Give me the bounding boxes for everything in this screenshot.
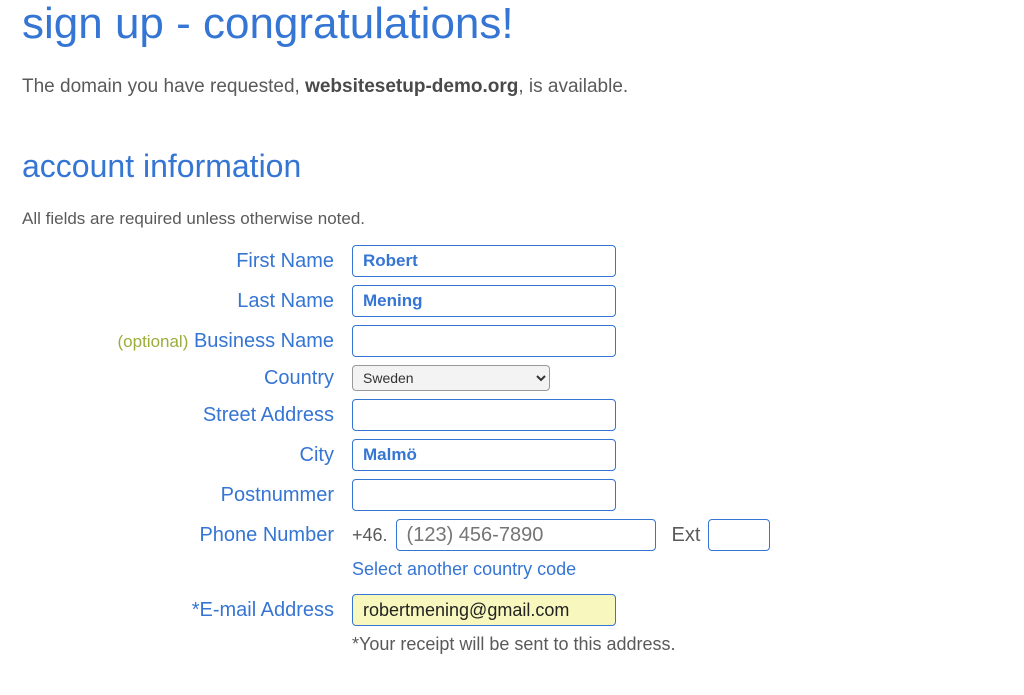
city-input[interactable]: [352, 439, 616, 471]
subtitle-pre: The domain you have requested,: [22, 76, 305, 97]
email-hint: *Your receipt will be sent to this addre…: [352, 634, 1002, 655]
last-name-label: Last Name: [22, 290, 352, 313]
domain-availability-text: The domain you have requested, websitese…: [22, 76, 1002, 98]
country-select[interactable]: Sweden: [352, 365, 550, 391]
country-label: Country: [22, 367, 352, 390]
email-label: E-mail Address: [192, 599, 334, 621]
phone-prefix: +46.: [352, 525, 388, 546]
optional-tag: (optional): [118, 332, 189, 351]
city-label: City: [22, 444, 352, 467]
business-name-input[interactable]: [352, 325, 616, 357]
ext-input[interactable]: [708, 519, 770, 551]
first-name-input[interactable]: [352, 245, 616, 277]
street-input[interactable]: [352, 399, 616, 431]
required-fields-note: All fields are required unless otherwise…: [22, 209, 1002, 229]
street-label: Street Address: [22, 404, 352, 427]
phone-label: Phone Number: [22, 524, 352, 547]
first-name-label: First Name: [22, 250, 352, 273]
business-name-label: Business Name: [194, 330, 334, 352]
subtitle-post: , is available.: [518, 76, 628, 97]
page-title: sign up - congratulations!: [22, 0, 1002, 48]
select-country-code-link[interactable]: Select another country code: [352, 559, 576, 579]
postal-label: Postnummer: [22, 484, 352, 507]
email-input[interactable]: [352, 594, 616, 626]
postal-input[interactable]: [352, 479, 616, 511]
last-name-input[interactable]: [352, 285, 616, 317]
phone-input[interactable]: [396, 519, 656, 551]
ext-label: Ext: [672, 524, 701, 547]
subtitle-domain: websitesetup-demo.org: [305, 76, 518, 97]
section-heading: account information: [22, 148, 1002, 185]
